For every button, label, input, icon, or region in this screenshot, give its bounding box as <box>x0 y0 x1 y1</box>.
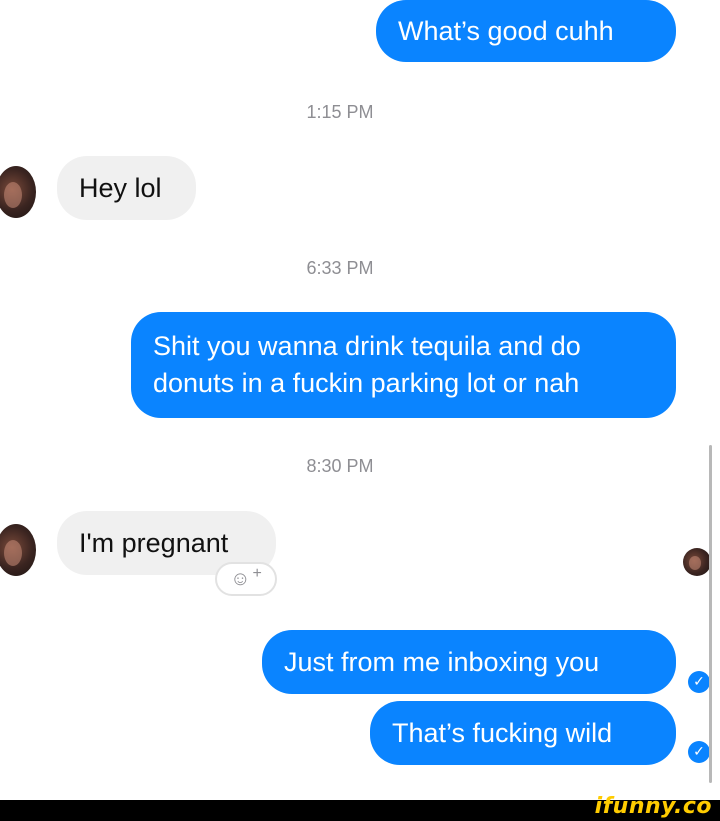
message-text: I'm pregnant <box>79 527 229 558</box>
contact-avatar[interactable] <box>0 166 36 218</box>
delivered-check-icon: ✓ <box>688 671 710 693</box>
message-incoming[interactable]: Hey lol <box>57 156 196 220</box>
plus-icon: + <box>252 565 262 582</box>
message-outgoing[interactable]: What’s good cuhh <box>376 0 676 62</box>
read-receipt-avatar <box>683 548 711 576</box>
smiley-icon: ☺ <box>230 567 251 590</box>
message-text: Hey lol <box>79 172 162 203</box>
add-reaction-button[interactable]: ☺ + <box>215 562 277 596</box>
scrollbar[interactable] <box>709 445 712 783</box>
message-outgoing[interactable]: That’s fucking wild <box>370 701 676 765</box>
contact-avatar[interactable] <box>0 524 36 576</box>
message-text: Just from me inboxing you <box>284 646 600 677</box>
chat-thread: What’s good cuhh 1:15 PM Hey lol 6:33 PM… <box>0 0 720 800</box>
ifunny-logo: ifunny.co <box>594 794 712 819</box>
message-outgoing[interactable]: Shit you wanna drink tequila and do donu… <box>131 312 676 418</box>
message-text: What’s good cuhh <box>398 15 614 46</box>
message-text: That’s fucking wild <box>392 717 613 748</box>
timestamp: 1:15 PM <box>306 102 374 122</box>
message-outgoing[interactable]: Just from me inboxing you <box>262 630 676 694</box>
delivered-check-icon: ✓ <box>688 741 710 763</box>
timestamp: 8:30 PM <box>306 456 374 476</box>
message-text: Shit you wanna drink tequila and do donu… <box>153 331 581 398</box>
timestamp: 6:33 PM <box>306 258 374 278</box>
watermark-bar: ifunny.co <box>0 794 720 821</box>
